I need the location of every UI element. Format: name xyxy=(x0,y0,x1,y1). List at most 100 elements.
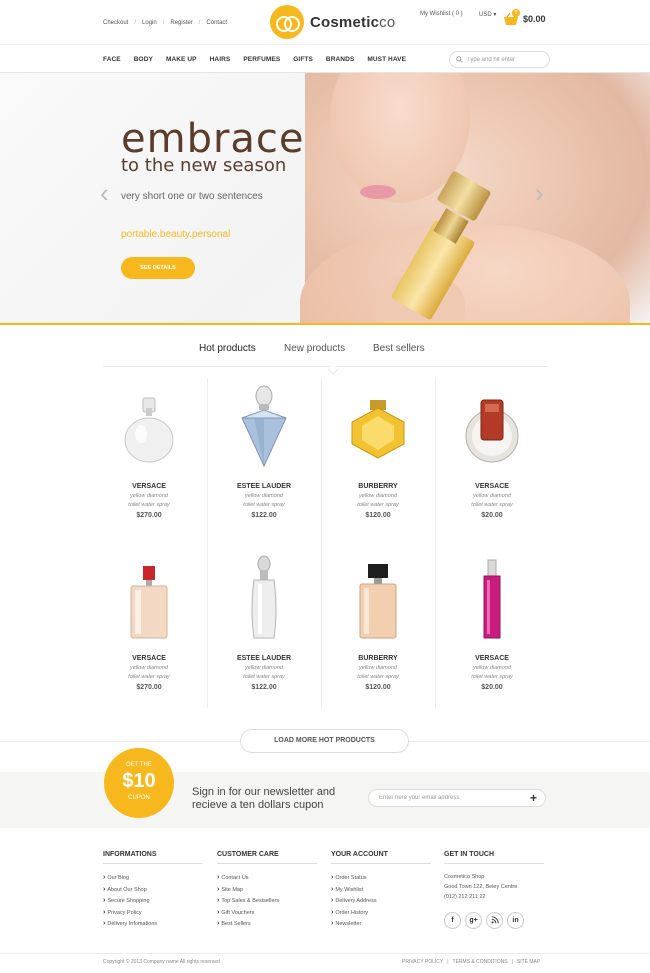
product-card[interactable]: VERSACE yellow diamond toilet water spra… xyxy=(92,378,206,538)
search-icon xyxy=(456,56,463,63)
product-card[interactable]: VERSACE yellow diamond toilet water spra… xyxy=(92,550,206,710)
cart-button[interactable]: 0 $0.00 xyxy=(503,9,546,26)
load-more-button[interactable]: LOAD MORE HOT PRODUCTS xyxy=(240,729,409,753)
separator: / xyxy=(134,20,137,26)
subscribe-button[interactable]: + xyxy=(530,791,537,805)
product-desc: yellow diamond xyxy=(245,493,283,499)
product-card[interactable]: BURBERRY yellow diamond toilet water spr… xyxy=(321,550,435,710)
wishlist-link[interactable]: My Wishlist ( 0 ) xyxy=(420,11,463,17)
product-desc: yellow diamond xyxy=(473,665,511,671)
red-disc-perfume-image xyxy=(465,399,519,463)
product-desc: toilet water spray xyxy=(128,674,170,680)
logo-main: Cosmetic xyxy=(310,13,380,31)
footer-link[interactable]: Our Blog xyxy=(103,874,203,886)
footer-link[interactable]: Order Status xyxy=(331,874,431,886)
product-desc: toilet water spray xyxy=(357,674,399,680)
cart-total: $0.00 xyxy=(523,14,546,24)
footer-informations: INFORMATIONS Our Blog About Our Shop Sec… xyxy=(103,851,203,932)
footer-link[interactable]: Site Map xyxy=(217,886,317,898)
google-plus-icon[interactable]: g+ xyxy=(465,912,482,929)
product-card[interactable]: VERSACE yellow diamond toilet water spra… xyxy=(435,550,549,710)
product-price: $122.00 xyxy=(251,684,277,691)
gold-hexagon-perfume-image xyxy=(351,400,405,459)
footer-link[interactable]: Delivery Infomations xyxy=(103,920,203,932)
model-lips xyxy=(360,185,396,199)
footer-link[interactable]: Privacy Policy xyxy=(103,909,203,921)
currency-select[interactable]: USD ▾ xyxy=(479,11,496,18)
separator: | xyxy=(447,959,449,965)
tab-hot-products[interactable]: Hot products xyxy=(199,343,256,354)
product-name: ESTEE LAUDER xyxy=(236,483,292,490)
facebook-icon[interactable]: f xyxy=(444,912,461,929)
newsletter-heading: Sign in for our newsletter and xyxy=(192,786,336,798)
badge-amount: $10 xyxy=(122,770,156,792)
footer-link[interactable]: Best Sellers xyxy=(217,920,317,932)
black-cap-perfume-image xyxy=(359,564,397,639)
nav-face[interactable]: FACE xyxy=(103,56,121,63)
footer-link[interactable]: Secure Shopping xyxy=(103,897,203,909)
terms-link[interactable]: TERMS & CONDITIONS xyxy=(453,959,508,965)
register-link[interactable]: Register xyxy=(170,20,192,26)
tab-best-sellers[interactable]: Best sellers xyxy=(373,343,425,354)
checkout-link[interactable]: Checkout xyxy=(103,20,128,26)
linkedin-icon[interactable]: in xyxy=(507,912,524,929)
shop-name: Cosmetico Shop xyxy=(444,874,485,880)
site-map-link[interactable]: SITE MAP xyxy=(517,959,540,965)
hero-subtitle: to the new season xyxy=(121,155,287,176)
logo-text: Cosmeticco xyxy=(310,14,395,31)
product-price: $20.00 xyxy=(481,684,503,691)
product-desc: yellow diamond xyxy=(130,493,168,499)
nav-must-have[interactable]: MUST HAVE xyxy=(367,56,406,63)
footer-link[interactable]: Top Sales & Bestsellers xyxy=(217,897,317,909)
product-price: $122.00 xyxy=(251,512,277,519)
email-field[interactable] xyxy=(379,795,519,801)
footer-link[interactable]: Order History xyxy=(331,909,431,921)
product-card[interactable]: VERSACE yellow diamond toilet water spra… xyxy=(435,378,549,538)
footer-link[interactable]: My Wishlist xyxy=(331,886,431,898)
white-round-perfume-image xyxy=(124,397,174,463)
cart-count-badge: 0 xyxy=(512,9,520,17)
slider-next-icon[interactable]: › xyxy=(535,178,544,209)
tab-new-products[interactable]: New products xyxy=(284,343,345,354)
product-desc: toilet water spray xyxy=(128,502,170,508)
see-details-button[interactable]: SEE DETAILS xyxy=(121,257,195,279)
nav-brands[interactable]: BRANDS xyxy=(326,56,354,63)
product-name: VERSACE xyxy=(475,483,509,490)
contact-link[interactable]: Contact xyxy=(206,20,227,26)
hero-banner xyxy=(0,73,650,325)
nav-perfumes[interactable]: PERFUMES xyxy=(243,56,280,63)
logo-suffix: co xyxy=(379,13,396,31)
footer-link[interactable]: Delivery Address xyxy=(331,897,431,909)
social-links: f g+ in xyxy=(444,912,544,929)
separator: / xyxy=(162,20,165,26)
footer-get-in-touch: GET IN TOUCH Cosmetico Shop Good Town 12… xyxy=(444,851,544,929)
nav-make-up[interactable]: MAKE UP xyxy=(166,56,197,63)
nav-body[interactable]: BODY xyxy=(134,56,153,63)
footer-link[interactable]: Gift Vouchers xyxy=(217,909,317,921)
product-card[interactable]: ESTEE LAUDER yellow diamond toilet water… xyxy=(207,378,321,538)
product-desc: yellow diamond xyxy=(359,665,397,671)
rss-icon[interactable] xyxy=(486,912,503,929)
slider-prev-icon[interactable]: ‹ xyxy=(100,178,109,209)
nav-hairs[interactable]: HAIRS xyxy=(210,56,231,63)
footer-link[interactable]: Newsletter xyxy=(331,920,431,932)
diamond-perfume-image xyxy=(241,385,287,468)
badge-top: GET THE xyxy=(126,762,152,768)
product-desc: toilet water spray xyxy=(471,674,513,680)
product-price: $270.00 xyxy=(136,684,162,691)
search-input[interactable] xyxy=(467,56,547,63)
footer-your-account: YOUR ACCOUNT Order Status My Wishlist De… xyxy=(331,851,431,932)
product-card[interactable]: ESTEE LAUDER yellow diamond toilet water… xyxy=(207,550,321,710)
login-link[interactable]: Login xyxy=(142,20,157,26)
active-tab-indicator xyxy=(327,363,339,375)
nav-gifts[interactable]: GIFTS xyxy=(293,56,313,63)
badge-bottom: CUPON xyxy=(128,795,150,801)
privacy-policy-link[interactable]: PRIVACY POLICY xyxy=(402,959,443,965)
logo[interactable]: Cosmeticco xyxy=(270,5,395,39)
footer-link[interactable]: About Our Shop xyxy=(103,886,203,898)
product-card[interactable]: BURBERRY yellow diamond toilet water spr… xyxy=(321,378,435,538)
footer-link[interactable]: Contact Us xyxy=(217,874,317,886)
product-desc: toilet water spray xyxy=(357,502,399,508)
hero-description: very short one or two sentences xyxy=(121,191,263,202)
product-tabs: Hot products New products Best sellers xyxy=(103,343,547,375)
